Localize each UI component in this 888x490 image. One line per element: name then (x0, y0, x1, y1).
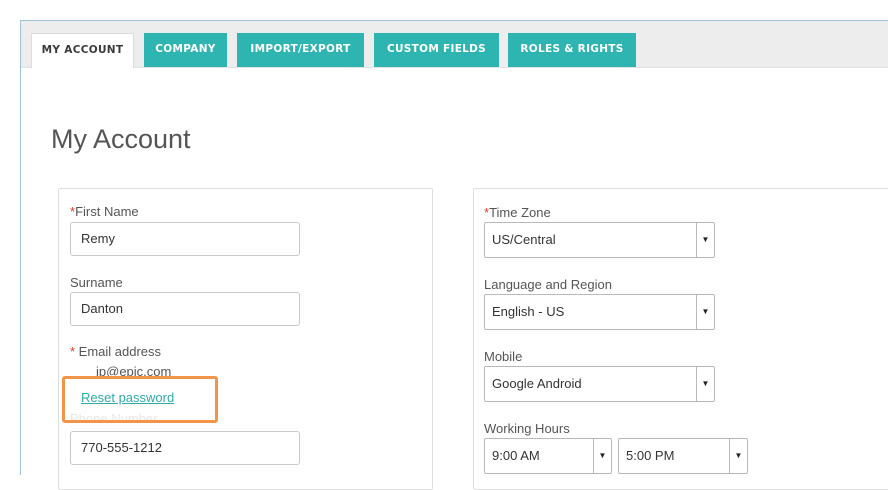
time-zone-label: *Time Zone (484, 205, 551, 220)
working-hours-start-value: 9:00 AM (492, 448, 540, 463)
surname-field[interactable]: Danton (70, 292, 300, 326)
surname-label: Surname (70, 275, 123, 290)
chevron-down-icon[interactable]: ▼ (696, 295, 714, 329)
time-zone-select[interactable]: US/Central ▼ (484, 222, 715, 258)
phone-field[interactable]: 770-555-1212 (70, 431, 300, 465)
first-name-label: *First Name (70, 204, 139, 219)
mobile-label: Mobile (484, 349, 523, 364)
mobile-select[interactable]: Google Android ▼ (484, 366, 715, 402)
first-name-label-text: First Name (75, 204, 139, 219)
working-hours-start-select[interactable]: 9:00 AM ▼ (484, 438, 612, 474)
language-label: Language and Region (484, 277, 612, 292)
tab-custom-fields[interactable]: CUSTOM FIELDS (374, 33, 499, 67)
working-hours-end-value: 5:00 PM (626, 448, 675, 463)
language-value: English - US (492, 304, 565, 319)
chevron-down-icon[interactable]: ▼ (729, 439, 747, 473)
tab-import-export[interactable]: IMPORT/EXPORT (237, 33, 364, 67)
first-name-field[interactable]: Remy (70, 222, 300, 256)
mobile-value: Google Android (492, 376, 582, 391)
email-label-text: Email address (78, 344, 162, 359)
time-zone-value: US/Central (492, 232, 556, 247)
working-hours-label: Working Hours (484, 421, 570, 436)
tab-my-account[interactable]: MY ACCOUNT (31, 33, 134, 68)
reset-password-link[interactable]: Reset password (81, 390, 174, 405)
tab-roles-rights[interactable]: ROLES & RIGHTS (508, 33, 636, 67)
tab-bar: MY ACCOUNT COMPANY IMPORT/EXPORT CUSTOM … (21, 21, 888, 68)
language-select[interactable]: English - US ▼ (484, 294, 715, 330)
chevron-down-icon[interactable]: ▼ (593, 439, 611, 473)
working-hours-end-select[interactable]: 5:00 PM ▼ (618, 438, 748, 474)
tab-company[interactable]: COMPANY (144, 33, 227, 67)
chevron-down-icon[interactable]: ▼ (696, 367, 714, 401)
time-zone-label-text: Time Zone (489, 205, 551, 220)
page-title: My Account (51, 124, 191, 154)
required-marker: * (70, 344, 79, 359)
chevron-down-icon[interactable]: ▼ (696, 223, 714, 257)
email-label: * Email address (70, 344, 161, 359)
